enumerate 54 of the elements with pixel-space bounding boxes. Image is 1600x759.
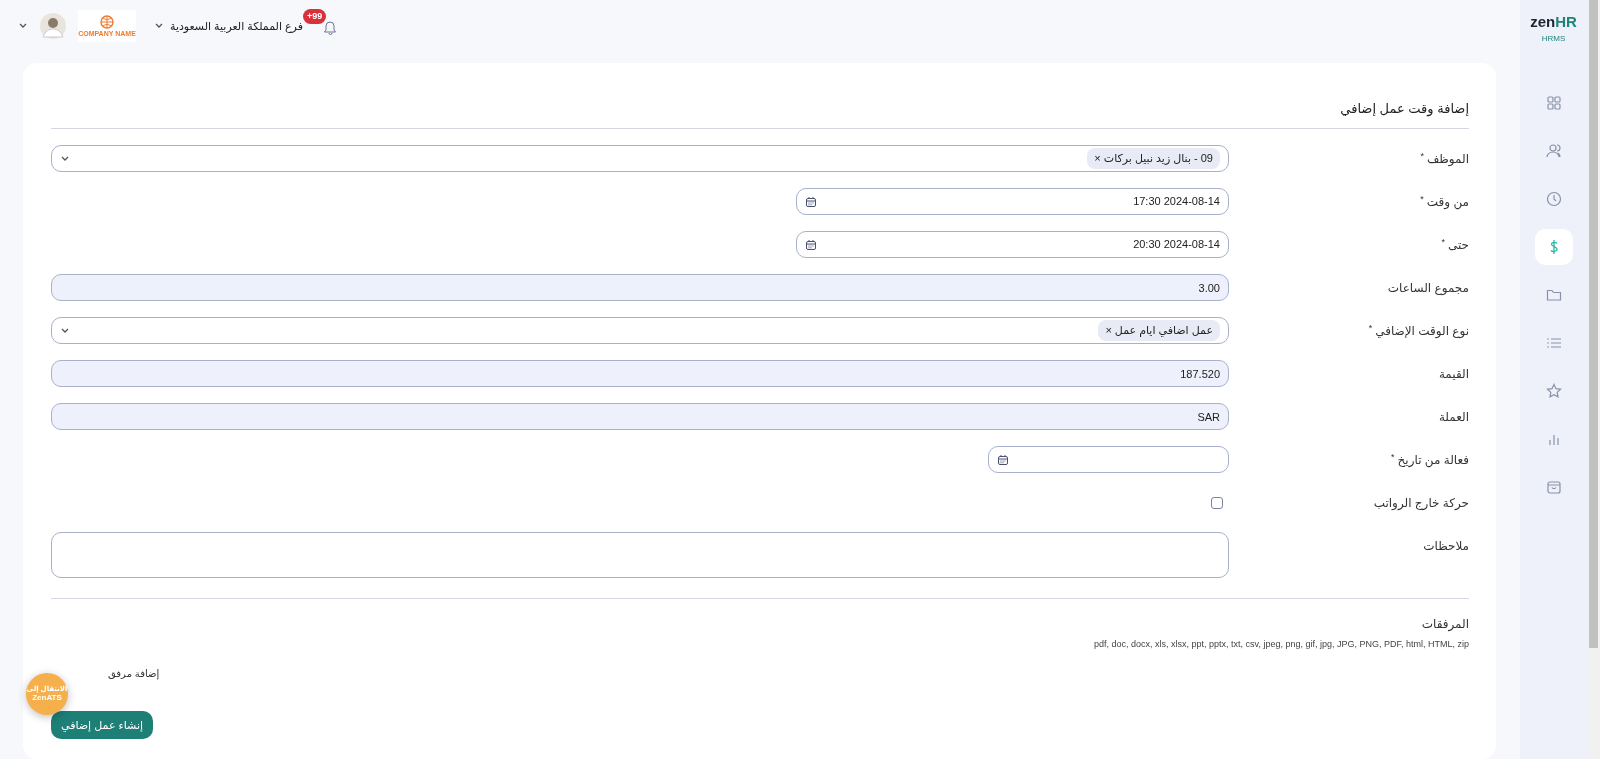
form-title: إضافة وقت عمل إضافي xyxy=(1339,99,1469,118)
attachments-title: المرفقات xyxy=(1420,616,1469,633)
date-field[interactable] xyxy=(988,446,1229,473)
product-name: HRMS xyxy=(1540,33,1567,45)
field-label: ملاحظات xyxy=(1423,539,1469,553)
field-label: الموظف xyxy=(1426,152,1469,166)
add-attachment-link[interactable]: إضافة مرفق xyxy=(108,665,160,681)
required-mark: * xyxy=(1420,194,1424,204)
required-mark: * xyxy=(1391,452,1395,462)
date-value: 2024-08-14 17:30 xyxy=(1133,194,1220,210)
submit-button[interactable]: إنشاء عمل إضافي xyxy=(51,710,153,739)
select-field[interactable]: عمل اضافي ايام عمل × xyxy=(51,317,1229,344)
readonly-field[interactable]: 187.520 xyxy=(51,360,1229,387)
calendar-icon[interactable] xyxy=(805,195,817,208)
field-label: فعالة من تاريخ xyxy=(1397,453,1469,467)
field-label: العملة xyxy=(1438,410,1469,424)
branch-selector[interactable]: فرع المملكة العربية السعودية xyxy=(170,17,303,34)
globe-drawing xyxy=(99,14,115,31)
shortcut-label: ZenATS xyxy=(32,692,62,703)
field-label: القيمة xyxy=(1438,367,1469,381)
chevron-down-icon xyxy=(60,154,70,163)
required-mark: * xyxy=(1368,323,1373,333)
users-icon xyxy=(1544,142,1563,160)
brand-logo: zenHR xyxy=(1529,14,1578,29)
date-field[interactable]: 2024-08-14 17:30 xyxy=(796,188,1229,215)
bag-icon xyxy=(1544,478,1563,496)
avatar[interactable] xyxy=(40,12,66,39)
notes-field[interactable] xyxy=(51,532,1229,578)
grid-icon xyxy=(1544,94,1563,112)
star-icon xyxy=(1544,382,1563,400)
calendar-icon[interactable] xyxy=(997,453,1009,466)
bell-icon[interactable] xyxy=(322,18,337,35)
selected-tag[interactable]: عمل اضافي ايام عمل × xyxy=(1098,320,1220,341)
field-label: نوع الوقت الإضافي xyxy=(1375,324,1469,338)
select-field[interactable]: 09 - بنال زيد نبيل بركات × xyxy=(51,145,1229,172)
calendar-icon[interactable] xyxy=(805,238,817,251)
checkbox[interactable] xyxy=(1211,497,1223,509)
notification-badge: +99 xyxy=(302,8,327,25)
date-value: 2024-08-14 20:30 xyxy=(1133,237,1220,253)
clock-icon xyxy=(1544,190,1563,208)
readonly-field[interactable]: 3.00 xyxy=(51,274,1229,301)
field-label: حركة خارج الرواتب xyxy=(1373,496,1469,510)
allowed-file-types: pdf, doc, docx, xls, xlsx, ppt, pptx, txt, csv, jpeg, png, gif, jpg, JPG, PNG, PDF, html, HTML, zip xyxy=(1093,638,1469,651)
selected-tag[interactable]: 09 - بنال زيد نبيل بركات × xyxy=(1087,148,1220,169)
field-label: من وقت xyxy=(1426,195,1469,209)
required-mark: * xyxy=(1441,237,1445,247)
field-label: مجموع الساعات xyxy=(1387,281,1469,295)
chevron-down-icon xyxy=(60,326,70,335)
sidebar-item[interactable] xyxy=(1534,229,1573,265)
required-mark: * xyxy=(1420,151,1424,161)
date-field[interactable]: 2024-08-14 20:30 xyxy=(796,231,1229,258)
readonly-field[interactable]: SAR xyxy=(51,403,1229,430)
scrollbar[interactable] xyxy=(1587,0,1600,759)
field-label: حتى xyxy=(1447,238,1469,252)
